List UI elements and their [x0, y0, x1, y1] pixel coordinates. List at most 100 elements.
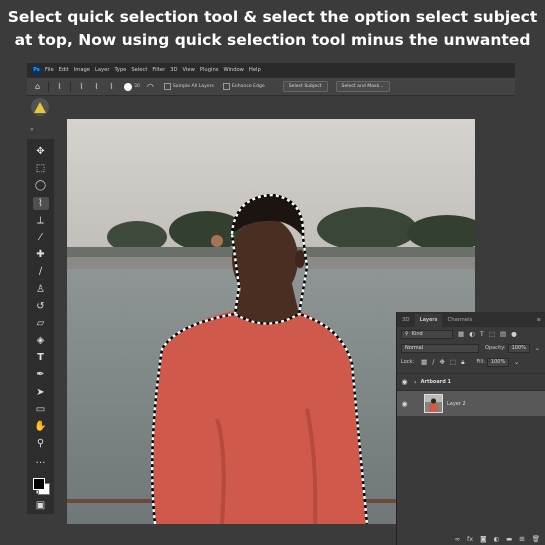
brush-tool-icon[interactable]: ∕: [33, 265, 49, 278]
opacity-field[interactable]: 100%: [507, 343, 530, 353]
sample-all-layers-label: Sample All Layers: [172, 84, 214, 89]
chevron-right-icon[interactable]: ›: [414, 378, 417, 386]
lock-position-icon[interactable]: ✥: [439, 358, 444, 366]
foreground-color-swatch[interactable]: [32, 477, 45, 490]
menu-3d[interactable]: 3D: [170, 67, 177, 73]
lock-all-icon[interactable]: 🔒︎: [461, 358, 464, 367]
adjustment-filter-icon[interactable]: ◐: [469, 330, 475, 338]
blend-mode-select[interactable]: Normal: [401, 343, 479, 353]
brush-size-value: 30: [134, 84, 140, 89]
link-layers-icon[interactable]: ∞: [455, 535, 460, 543]
layers-panel: 3D Layers Channels ≡ ⚲ Kind ▦ ◐ T ⬚ ▤ ● …: [396, 312, 545, 545]
opacity-value: 100%: [511, 345, 526, 351]
lock-artboard-icon[interactable]: ⬚: [450, 358, 456, 366]
layer-row-artboard[interactable]: ◉ › Artboard 1: [397, 373, 545, 390]
panel-footer: ∞ fx ◙ ◐ ▬ ⊞ 🗑︎: [397, 533, 545, 545]
clone-stamp-tool-icon[interactable]: ♙: [33, 283, 49, 296]
layer-name: Artboard 1: [420, 379, 451, 385]
separator: [70, 81, 71, 92]
warning-triangle-icon: [34, 101, 46, 113]
history-brush-icon[interactable]: ↺: [33, 300, 49, 313]
shape-tool-icon[interactable]: ▭: [33, 403, 49, 416]
add-mask-icon[interactable]: ◙: [480, 535, 486, 543]
lock-row: Lock: ▦ ∕ ✥ ⬚ 🔒︎ Fill: 100% ⌄: [397, 355, 545, 369]
more-tools-icon[interactable]: …: [33, 454, 49, 467]
layer-row-layer-2[interactable]: ◉ Layer 2: [397, 390, 545, 416]
menu-type[interactable]: Type: [114, 67, 126, 73]
layer-thumbnail: [424, 394, 443, 413]
path-selection-tool-icon[interactable]: ➤: [33, 386, 49, 399]
opacity-label: Opacity:: [485, 345, 506, 351]
menu-window[interactable]: Window: [223, 67, 243, 73]
shape-filter-icon[interactable]: ⬚: [489, 330, 495, 338]
enhance-edge-checkbox[interactable]: [222, 83, 230, 90]
new-group-icon[interactable]: ▬: [506, 535, 512, 543]
menu-select[interactable]: Select: [131, 67, 147, 73]
menu-help[interactable]: Help: [249, 67, 261, 73]
photoshop-logo: Ps: [32, 65, 41, 75]
menu-edit[interactable]: Edit: [59, 67, 69, 73]
subtract-from-selection-icon[interactable]: ⌇: [107, 82, 116, 91]
lock-transparent-icon[interactable]: ▦: [421, 358, 427, 366]
new-layer-icon[interactable]: ⊞: [519, 535, 524, 543]
pen-tool-icon[interactable]: ✒: [33, 368, 49, 381]
layer-thumbnail-image: [425, 395, 442, 412]
brush-angle-icon[interactable]: ◠: [146, 82, 155, 91]
visibility-eye-icon[interactable]: ◉: [397, 400, 412, 408]
visibility-eye-icon[interactable]: ◉: [397, 378, 412, 386]
select-and-mask-button[interactable]: Select and Mask...: [335, 81, 390, 92]
blend-row: Normal Opacity: 100% ⌄: [397, 341, 545, 355]
move-tool-icon[interactable]: ✥: [33, 145, 49, 158]
zoom-tool-icon[interactable]: ⚲: [33, 437, 49, 450]
blend-mode-value: Normal: [405, 345, 424, 351]
healing-brush-tool-icon[interactable]: ✚: [33, 248, 49, 261]
enhance-edge-label: Enhance Edge: [231, 84, 265, 89]
menu-layer[interactable]: Layer: [95, 67, 109, 73]
tab-layers[interactable]: Layers: [414, 314, 443, 327]
eyedropper-tool-icon[interactable]: ⁄: [33, 231, 49, 244]
filter-kind-select[interactable]: ⚲ Kind: [401, 329, 453, 339]
hand-tool-icon[interactable]: ✋: [33, 420, 49, 433]
crop-tool-icon[interactable]: ⟂: [33, 214, 49, 227]
add-to-selection-icon[interactable]: ⌇: [92, 82, 101, 91]
brush-size-icon[interactable]: [124, 82, 132, 91]
smart-object-filter-icon[interactable]: ▤: [500, 330, 506, 338]
type-filter-icon[interactable]: T: [480, 330, 484, 338]
warning-icon[interactable]: [31, 98, 49, 116]
marquee-tool-icon[interactable]: ⬚: [33, 162, 49, 175]
menu-file[interactable]: File: [45, 67, 54, 73]
sample-all-layers-checkbox[interactable]: [163, 83, 171, 90]
eraser-tool-icon[interactable]: ▱: [33, 317, 49, 330]
quick-selection-preset-icon[interactable]: ⌇: [55, 82, 64, 91]
collapse-arrows-icon[interactable]: »: [30, 126, 34, 133]
type-tool-icon[interactable]: T: [33, 351, 49, 364]
fill-field[interactable]: 100%: [486, 357, 509, 367]
tutorial-caption: Select quick selection tool & select the…: [0, 6, 545, 52]
pixel-filter-icon[interactable]: ▦: [458, 330, 464, 338]
layer-name: Layer 2: [447, 400, 466, 407]
menu-image[interactable]: Image: [74, 67, 90, 73]
paint-bucket-tool-icon[interactable]: ◈: [33, 334, 49, 347]
quick-selection-tool-icon[interactable]: ⌇: [32, 196, 49, 210]
tab-3d[interactable]: 3D: [397, 317, 415, 327]
adjustment-layer-icon[interactable]: ◐: [493, 535, 499, 543]
trash-icon[interactable]: 🗑︎: [532, 535, 540, 543]
menu-view[interactable]: View: [183, 67, 195, 73]
screen-mode-icon[interactable]: ▣: [33, 499, 49, 512]
fill-label: Fill:: [476, 359, 485, 365]
lasso-tool-icon[interactable]: ◯: [33, 179, 49, 192]
new-selection-icon[interactable]: ⌇: [77, 82, 86, 91]
caption-line-1: Select quick selection tool & select the…: [7, 8, 538, 26]
menu-filter[interactable]: Filter: [152, 67, 165, 73]
chevron-down-icon[interactable]: ⌄: [514, 358, 519, 366]
tab-channels[interactable]: Channels: [442, 317, 477, 327]
tools-panel: ✥ ⬚ ◯ ⌇ ⟂ ⁄ ✚ ∕ ♙ ↺ ▱ ◈ T ✒ ➤ ▭ ✋ ⚲ … ◙ …: [27, 139, 54, 514]
lock-pixels-icon[interactable]: ∕: [432, 358, 434, 366]
chevron-down-icon[interactable]: ⌄: [535, 344, 540, 352]
filter-toggle-icon[interactable]: ●: [511, 330, 517, 338]
panel-menu-icon[interactable]: ≡: [531, 317, 545, 327]
select-subject-button[interactable]: Select Subject: [282, 81, 328, 92]
menu-plugins[interactable]: Plugins: [200, 67, 219, 73]
layer-style-icon[interactable]: fx: [467, 535, 473, 543]
home-icon[interactable]: ⌂: [33, 82, 42, 91]
